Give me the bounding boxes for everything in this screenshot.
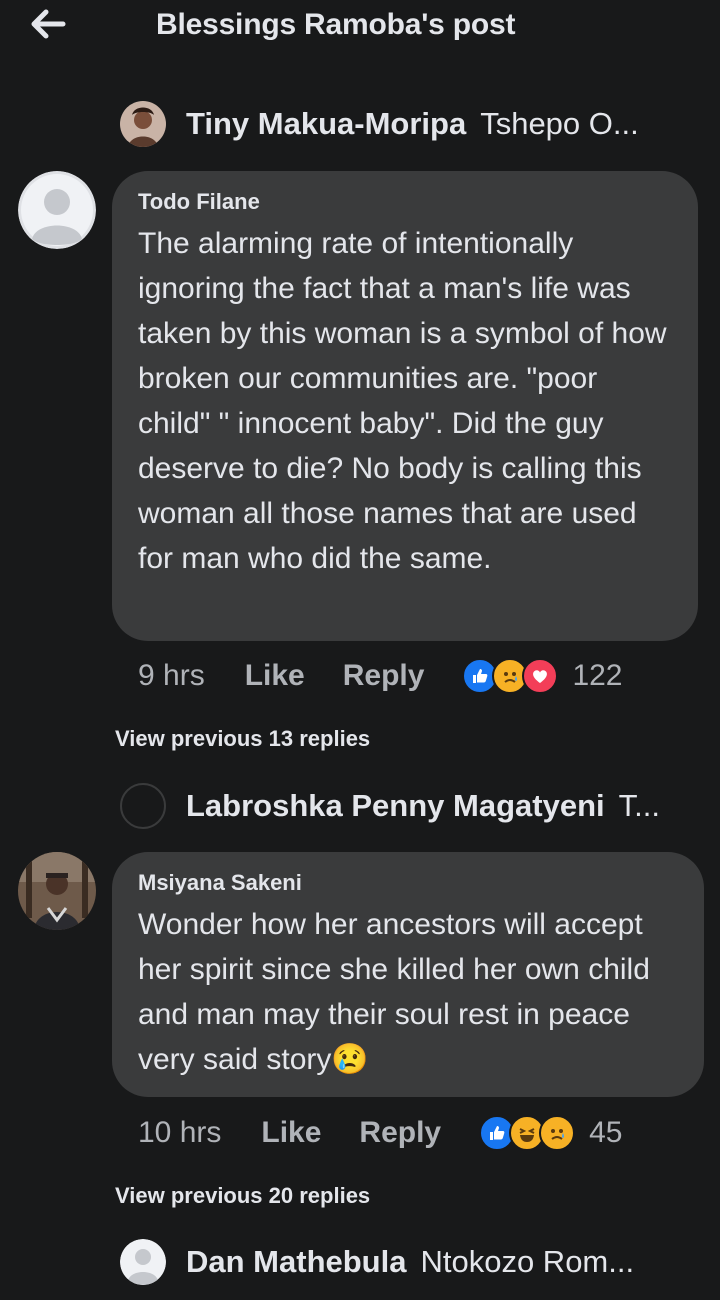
comment-bubble[interactable]: Msiyana Sakeni Wonder how her ancestors … [112,852,704,1097]
back-arrow-icon [31,9,66,39]
reaction-count[interactable]: 122 [572,659,622,693]
comment-text: Wonder how her ancestors will accept her… [138,908,650,1076]
view-previous-replies[interactable]: View previous 13 replies [115,726,370,752]
reply-preview[interactable]: Labroshka Penny Magatyeni T... [120,782,680,830]
avatar[interactable] [18,171,96,249]
back-button[interactable] [26,4,70,44]
reply-snippet[interactable]: Ntokozo Rom... [420,1244,634,1280]
comment-author[interactable]: Todo Filane [138,189,672,215]
avatar[interactable] [120,1239,166,1285]
avatar[interactable] [18,852,96,930]
comment-time[interactable]: 10 hrs [138,1116,221,1150]
reaction-count[interactable]: 45 [589,1116,622,1150]
avatar[interactable] [120,101,166,147]
sad-icon [539,1115,576,1151]
love-icon [522,658,559,694]
like-button[interactable]: Like [261,1116,321,1150]
post-header: Blessings Ramoba's post [0,0,720,54]
page-title: Blessings Ramoba's post [156,8,516,41]
like-button[interactable]: Like [245,659,305,693]
reply-author-name[interactable]: Labroshka Penny Magatyeni [186,788,605,824]
reaction-icons[interactable] [462,658,559,694]
comment-text: The alarming rate of intentionally ignor… [138,227,667,575]
reply-author-name[interactable]: Tiny Makua-Moripa [186,106,466,142]
reply-button[interactable]: Reply [359,1116,441,1150]
comment-author[interactable]: Msiyana Sakeni [138,870,678,896]
view-previous-replies[interactable]: View previous 20 replies [115,1183,370,1209]
comment-text-container: Wonder how her ancestors will accept her… [138,902,678,1082]
comment-actions: 10 hrs Like Reply 45 [138,1111,623,1155]
comment-time[interactable]: 9 hrs [138,659,205,693]
reply-preview[interactable]: Tiny Makua-Moripa Tshepo O... [120,100,680,148]
crying-emoji: 😢 [331,1043,369,1076]
reply-author-name[interactable]: Dan Mathebula [186,1244,406,1280]
comment-actions: 9 hrs Like Reply 122 [138,654,623,698]
reply-snippet[interactable]: Tshepo O... [480,106,639,142]
reply-preview[interactable]: Dan Mathebula Ntokozo Rom... [120,1238,680,1286]
reaction-icons[interactable] [479,1115,576,1151]
reply-button[interactable]: Reply [343,659,425,693]
comment-bubble[interactable]: Todo Filane The alarming rate of intenti… [112,171,698,641]
avatar[interactable] [120,783,166,829]
reply-snippet[interactable]: T... [619,788,660,824]
